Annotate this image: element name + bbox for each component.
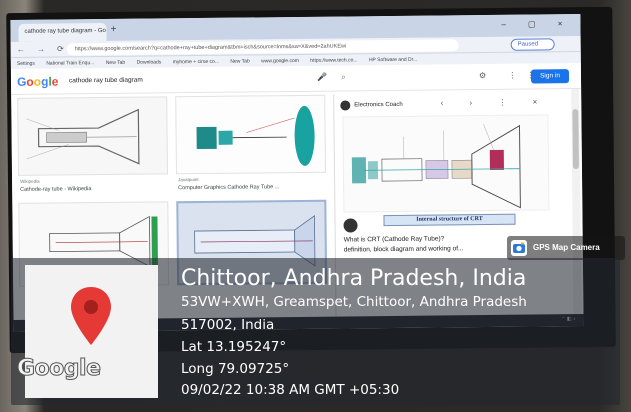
result-thumbnail-1[interactable] [17, 96, 169, 176]
timestamp: 09/02/22 10:38 AM GMT +05:30 [181, 382, 400, 398]
gps-info-overlay: Google Chittoor, Andhra Pradesh, India 5… [11, 258, 620, 405]
result-source: Wikipedia [20, 178, 40, 184]
lens-icon[interactable] [343, 218, 358, 233]
gps-camera-badge: GPS Map Camera [507, 236, 625, 260]
latitude: Lat 13.195247° [181, 339, 287, 355]
location-title: Chittoor, Andhra Pradesh, India [181, 266, 527, 291]
google-logo[interactable]: Google [17, 74, 59, 88]
address-line-2: 517002, India [181, 317, 275, 333]
result-caption[interactable]: Computer Graphics Cathode Ray Tube ... [178, 184, 279, 191]
address-input[interactable]: https://www.google.com/search?q=cathode+… [66, 39, 459, 56]
gps-badge-label: GPS Map Camera [533, 243, 600, 252]
map-pin-icon [71, 287, 111, 345]
source-favicon-icon [340, 100, 351, 111]
crt-graphics-thumbnail [196, 105, 315, 166]
bookmark-item[interactable]: Downloads [137, 59, 162, 65]
bookmark-item[interactable]: https://www.tech.co... [310, 57, 357, 63]
bookmark-item[interactable]: www.google.com [261, 58, 299, 64]
bookmark-item[interactable]: New Tab [106, 60, 125, 66]
diagram-caption: Internal structure of CRT [383, 213, 516, 227]
bookmark-item[interactable]: HP Software and Dr... [369, 57, 417, 64]
bookmark-item[interactable]: New Tab [230, 58, 249, 64]
search-tools-icons[interactable]: 🎤 ⌕ [317, 72, 352, 82]
camera-app-icon [511, 240, 527, 256]
window-controls[interactable]: – ▢ × [501, 19, 572, 29]
crt-diagram-thumbnail [26, 108, 140, 165]
panel-nav-icons[interactable]: ‹ › ⋮ × [441, 97, 550, 107]
browser-tab[interactable]: cathode ray tube diagram - Go [18, 22, 107, 42]
bookmark-item[interactable]: Settings [17, 61, 35, 67]
bookmark-item[interactable]: myhome + cirse co... [173, 59, 219, 65]
address-line-1: 53VW+XWH, Greamspet, Chittoor, Andhra Pr… [181, 294, 527, 310]
scrollbar-thumb[interactable] [572, 109, 579, 170]
map-google-logo: Google [17, 356, 102, 382]
panel-snippet: definition, block diagram and working of… [343, 245, 464, 254]
panel-title[interactable]: What is CRT (Cathode Ray Tube)? [344, 235, 445, 243]
logo-letter: o [26, 74, 34, 89]
crt-large-diagram[interactable] [342, 114, 550, 213]
result-source: Javatpoint [178, 177, 199, 183]
sign-in-button[interactable]: Sign in [530, 69, 570, 84]
search-input[interactable]: cathode ray tube diagram [65, 71, 355, 88]
longitude: Long 79.09725° [181, 361, 290, 377]
result-caption[interactable]: Cathode-ray tube - Wikipedia [20, 186, 91, 193]
bookmark-item[interactable]: National Train Enqu... [46, 60, 94, 67]
panel-source[interactable]: Electronics Coach [354, 102, 402, 109]
profile-paused-button[interactable]: Paused [510, 38, 555, 51]
crt-diagram-svg [351, 123, 521, 209]
new-tab-button[interactable]: + [110, 24, 116, 35]
camera-glyph [513, 242, 525, 253]
logo-letter: e [51, 74, 59, 89]
result-thumbnail-2[interactable] [175, 94, 326, 175]
